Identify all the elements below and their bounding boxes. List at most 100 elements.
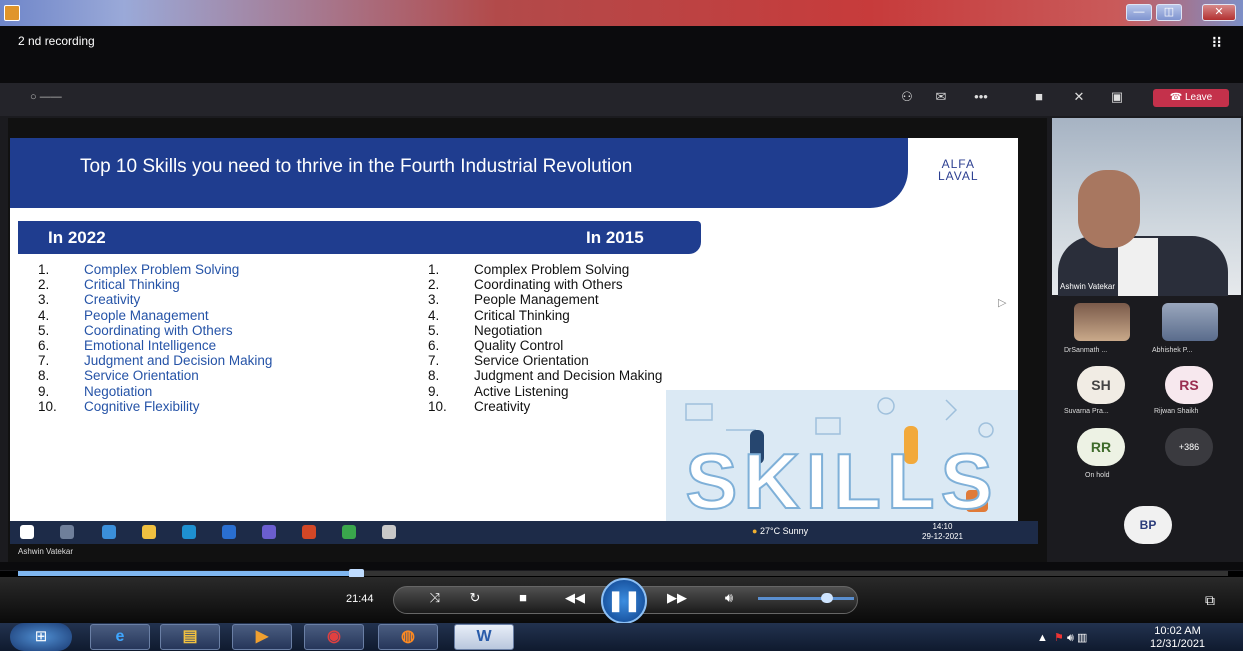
close-button[interactable]: ✕ — [1202, 4, 1236, 21]
list-number: 9. — [428, 383, 440, 399]
list-item: 10. Cognitive Flexibility — [38, 399, 272, 414]
participant-name: Suvarna Pra... — [1064, 408, 1109, 415]
start-button[interactable]: ⊞ — [10, 623, 72, 651]
participant-name: DrSanmath ... — [1064, 347, 1108, 354]
list-item: 9. Active Listening — [428, 384, 662, 399]
list-item: 5. Negotiation — [428, 323, 662, 338]
show-hidden-icon[interactable]: ▲ — [1037, 632, 1048, 644]
skills-list-2015: 1. Complex Problem Solving 2. Coordinating… — [428, 262, 662, 414]
more-icon[interactable]: ••• — [970, 89, 992, 104]
network-icon[interactable]: ▥ — [1077, 632, 1087, 644]
chat-icon[interactable]: ✉ — [930, 89, 952, 105]
participant-avatar[interactable]: RS — [1165, 366, 1213, 404]
people-icon[interactable]: ⚇ — [896, 89, 918, 105]
layout-icon[interactable]: ⁝⁝ — [1212, 33, 1222, 51]
folder-icon — [142, 525, 156, 539]
speaker-shirt — [1118, 238, 1158, 296]
switch-to-now-playing-icon[interactable]: ⧉ — [1205, 592, 1215, 609]
system-tray: ▲ ⚑ 🔊︎ ▥ — [1037, 631, 1087, 645]
ie-icon[interactable]: e — [90, 624, 150, 650]
list-item: 4. People Management — [38, 308, 272, 323]
powerpoint-icon — [302, 525, 316, 539]
list-number: 3. — [428, 292, 440, 308]
stop-icon[interactable]: ■ — [512, 590, 534, 605]
volume-slider[interactable] — [758, 597, 854, 600]
list-text: Service Orientation — [474, 353, 589, 369]
list-item: 2. Critical Thinking — [38, 277, 272, 292]
chrome-icon[interactable]: ◉ — [304, 624, 364, 650]
clock-date: 12/31/2021 — [1150, 638, 1206, 650]
participant-avatar[interactable]: SH — [1077, 366, 1125, 404]
list-number: 6. — [428, 338, 440, 354]
list-text: Critical Thinking — [84, 277, 180, 293]
explorer-icon[interactable]: ▤ — [160, 624, 220, 650]
speaker-head — [1078, 170, 1140, 248]
list-item: 7. Judgment and Decision Making — [38, 353, 272, 368]
teams-icon — [262, 525, 276, 539]
list-number: 5. — [428, 322, 440, 338]
list-text: Service Orientation — [84, 368, 199, 384]
speaker-name: Ashwin Vatekar — [1060, 282, 1115, 291]
window-titlebar — [0, 0, 1243, 26]
column-header-2015: In 2015 — [586, 228, 644, 247]
minimize-button[interactable]: — — [1126, 4, 1152, 21]
chrome-icon — [342, 525, 356, 539]
list-number: 8. — [428, 368, 440, 384]
participant-photo[interactable] — [1162, 303, 1218, 341]
participant-avatar[interactable]: BP — [1124, 506, 1172, 544]
restore-button[interactable]: ◫ — [1156, 4, 1182, 21]
volume-icon[interactable]: 🔊︎ — [718, 590, 740, 606]
list-number: 1. — [38, 262, 50, 277]
camera-off-icon[interactable]: ■ — [1028, 89, 1050, 104]
list-item: 4. Critical Thinking — [428, 308, 662, 323]
media-player-icon[interactable]: ▶ — [232, 624, 292, 650]
speaker-icon[interactable]: 🔊︎ — [1067, 632, 1074, 644]
list-number: 4. — [428, 307, 440, 323]
list-item: 9. Negotiation — [38, 384, 272, 399]
word-icon[interactable]: W — [454, 624, 514, 650]
player-divider — [0, 562, 1243, 570]
list-number: 7. — [38, 353, 50, 369]
list-item: 1. Complex Problem Solving — [38, 262, 272, 277]
previous-icon[interactable]: ◀◀ — [560, 590, 590, 606]
list-item: 8. Judgment and Decision Making — [428, 368, 662, 383]
participant-name: Abhishek P... — [1152, 347, 1193, 354]
repeat-icon[interactable]: ↻ — [464, 590, 486, 606]
participant-avatar[interactable]: RR — [1077, 428, 1125, 466]
recording-title: 2 nd recording — [18, 34, 95, 48]
list-text: Creativity — [474, 398, 531, 414]
shared-clock-time: 14:10 — [932, 522, 953, 531]
meeting-toolbar — [0, 83, 1243, 116]
list-text: Complex Problem Solving — [84, 262, 240, 277]
outlook-icon — [222, 525, 236, 539]
more-participants-badge[interactable]: +386 — [1165, 428, 1213, 466]
shared-screen-taskbar — [10, 521, 1038, 544]
windows-start-icon — [20, 525, 34, 539]
list-item: 3. People Management — [428, 292, 662, 307]
participant-photo[interactable] — [1074, 303, 1130, 341]
list-number: 10. — [428, 398, 447, 414]
skills-word: SKILLS — [684, 436, 999, 526]
flag-icon[interactable]: ⚑ — [1054, 632, 1064, 644]
clock-time: 10:02 AM — [1154, 625, 1201, 637]
playback-time: 21:44 — [346, 593, 374, 605]
list-item: 10. Creativity — [428, 399, 662, 414]
list-item: 8. Service Orientation — [38, 368, 272, 383]
next-icon[interactable]: ▶▶ — [662, 590, 692, 606]
presenter-name: Ashwin Vatekar — [18, 547, 73, 556]
phone-icon: ☎ — [1169, 92, 1185, 103]
column-header-2022: In 2022 — [48, 228, 106, 247]
skills-list-2022: 1. Complex Problem Solving 2. Critical Thi… — [38, 262, 272, 414]
leave-button[interactable]: ☎ Leave — [1153, 89, 1229, 107]
list-text: Negotiation — [84, 383, 153, 399]
pause-button[interactable]: ❚❚ — [601, 578, 647, 624]
media-player-app-icon — [4, 5, 20, 21]
system-clock[interactable]: 10:02 AM 12/31/2021 — [1150, 625, 1205, 651]
mic-off-icon[interactable]: ✕ — [1068, 89, 1090, 105]
list-number: 9. — [38, 383, 50, 399]
volume-thumb[interactable] — [821, 593, 833, 603]
firefox-icon[interactable]: ◍ — [378, 624, 438, 650]
share-icon[interactable]: ▣ — [1106, 89, 1128, 105]
shared-clock: 14:10 29-12-2021 — [922, 522, 963, 542]
shuffle-icon[interactable]: ⤨ — [424, 590, 446, 606]
